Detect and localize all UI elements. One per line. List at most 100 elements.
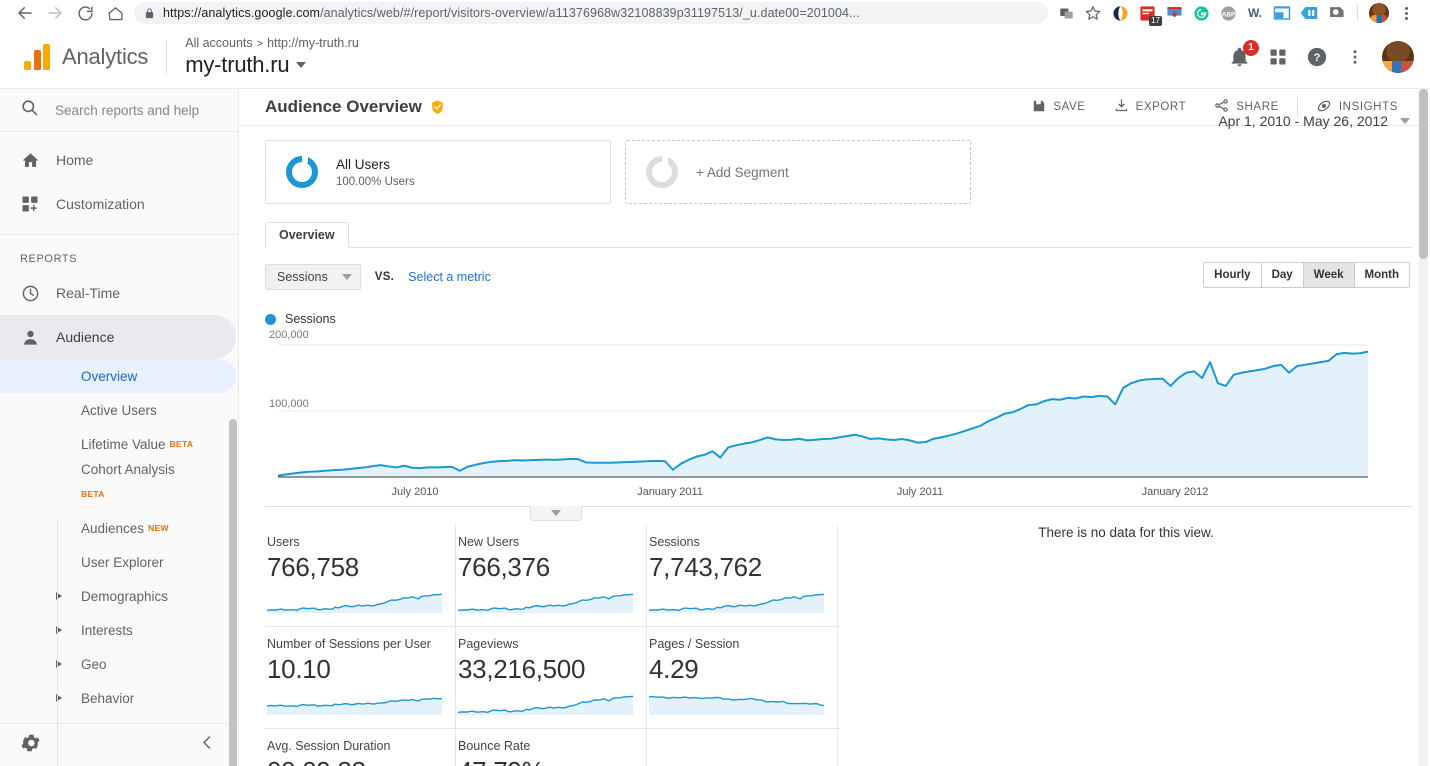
granularity-toggle: Hourly Day Week Month [1203,262,1410,288]
metric-controls: Sessions VS. Select a metric Hourly Day … [265,262,1412,290]
segment-all-users[interactable]: All Users 100.00% Users [265,140,611,204]
metric-label: Bounce Rate [458,739,531,753]
window-resizer-icon[interactable] [1270,2,1294,24]
sidebar-item-lifetime-value[interactable]: Lifetime Value BETA [0,427,236,461]
chrome-profile-avatar[interactable] [1367,2,1391,24]
gear-icon[interactable] [20,732,42,759]
svg-text:?: ? [1314,52,1321,64]
metric-card-pageviews[interactable]: Pageviews 33,216,500 [456,627,647,728]
sidebar-item-interests[interactable]: Interests [0,613,236,647]
download-manager-icon[interactable] [1162,2,1186,24]
metric-card-avg-session-duration[interactable]: Avg. Session Duration 00:09:33 [265,729,456,766]
segment-subtitle: 100.00% Users [336,175,415,188]
lighthouse-icon[interactable] [1324,2,1348,24]
sparkline [458,695,633,715]
metric-select[interactable]: Sessions [265,264,361,290]
metric-card-pages-per-session[interactable]: Pages / Session 4.29 [647,627,838,728]
granularity-hourly[interactable]: Hourly [1204,263,1262,287]
adblock-plus-icon[interactable]: ABP [1216,2,1240,24]
apps-grid-icon[interactable] [1268,47,1288,67]
metric-value: 766,376 [458,552,550,582]
back-arrow-icon[interactable] [10,1,40,25]
metric-card-bounce-rate[interactable]: Bounce Rate 47.79% [456,729,647,766]
sparkline [458,593,633,613]
main-scrollbar[interactable] [1419,89,1428,259]
add-segment-button[interactable]: + Add Segment [625,140,971,204]
sidebar-item-overview[interactable]: Overview [0,359,236,393]
sidebar-item-audiences[interactable]: Audiences NEW [0,511,236,545]
new-badge: NEW [148,523,169,533]
save-icon [1032,99,1046,116]
metric-label: Pages / Session [649,637,740,651]
no-data-message: There is no data for this view. [1038,525,1214,540]
user-avatar[interactable] [1382,41,1414,73]
sidebar-item-geo[interactable]: Geo [0,647,236,681]
x-axis-tick-1: January 2011 [637,486,703,498]
translate-icon[interactable] [1054,2,1078,24]
metric-label: Number of Sessions per User [267,637,431,651]
metric-card-new-users[interactable]: New Users 766,376 [456,525,647,626]
sidebar-subitem-label: Audiences [81,520,145,536]
main-content: Audience Overview SAVE EXPORT SHARE INSI… [239,89,1430,766]
bell-icon[interactable]: 1 [1229,39,1259,68]
sessions-area-chart[interactable]: 200,000 100,000 July 2010 January 2011 J… [265,329,1412,498]
sidebar-item-cohort-analysis[interactable]: Cohort Analysis [0,461,236,489]
sidebar-item-customization[interactable]: Customization [0,182,236,226]
sidebar-item-audience[interactable]: Audience [0,315,236,359]
google-analytics-logo[interactable] [24,44,50,70]
grammarly-icon[interactable] [1189,2,1213,24]
sidebar-item-user-explorer[interactable]: User Explorer [0,545,236,579]
sidebar-subitem-label: Behavior [81,690,135,706]
sidebar-item-real-time[interactable]: Real-Time [0,271,236,315]
breadcrumb-property[interactable]: http://my-truth.ru [267,36,359,50]
breadcrumb-separator: > [256,38,264,50]
similarweb-icon[interactable] [1108,2,1132,24]
more-vertical-icon[interactable] [1346,48,1364,66]
nav-top-section: Home Customization [0,132,238,235]
sidebar-item-active-users[interactable]: Active Users [0,393,236,427]
forward-arrow-icon[interactable] [40,1,70,25]
metric-card-empty [647,729,838,766]
save-button[interactable]: SAVE [1018,96,1099,118]
export-label: EXPORT [1135,101,1187,113]
home-icon[interactable] [100,1,130,25]
sidebar-item-label: Customization [56,196,145,212]
search-icon [20,98,39,122]
calendar-17-icon[interactable]: 17 [1135,2,1162,26]
metric-card-sessions[interactable]: Sessions 7,743,762 [647,525,838,626]
home-icon [20,151,40,170]
sparkline [267,593,442,613]
sidebar-scrollbar[interactable] [229,419,237,766]
metric-card-sessions-per-user[interactable]: Number of Sessions per User 10.10 [265,627,456,728]
url-text: https://analytics.google.com/analytics/w… [163,6,860,20]
select-a-metric-link[interactable]: Select a metric [408,270,491,284]
sidebar-item-behavior[interactable]: Behavior [0,681,236,715]
page-property-title[interactable]: my-truth.ru [185,52,359,78]
date-range-picker[interactable]: Apr 1, 2010 - May 26, 2012 [1218,113,1410,129]
tab-overview[interactable]: Overview [265,222,349,248]
property-selector[interactable]: All accounts > http://my-truth.ru my-truth… [185,36,359,78]
export-button[interactable]: EXPORT [1100,96,1201,118]
metric-card-users[interactable]: Users 766,758 [265,525,456,626]
search-input[interactable] [55,102,205,118]
chevron-left-icon[interactable] [199,734,216,756]
wappalyzer-icon[interactable]: W. [1243,2,1267,24]
chrome-menu-icon[interactable] [1394,2,1418,24]
granularity-day[interactable]: Day [1261,263,1304,287]
segments-row: All Users 100.00% Users + Add Segment [265,140,1412,204]
chevron-down-icon [1400,118,1410,124]
chart-expander-button[interactable] [530,506,582,521]
granularity-week[interactable]: Week [1303,263,1355,287]
address-bar[interactable]: https://analytics.google.com/analytics/w… [134,2,1048,24]
sidebar-subitem-label: User Explorer [81,554,164,570]
sidebar-item-demographics[interactable]: Demographics [0,579,236,613]
sidebar-item-home[interactable]: Home [0,138,236,182]
donut-grey-icon [646,156,678,188]
reload-icon[interactable] [70,1,100,25]
star-icon[interactable] [1081,2,1105,24]
breadcrumb-account[interactable]: All accounts [185,36,252,50]
tag-assistant-icon[interactable] [1297,2,1321,24]
search-reports-row[interactable] [0,89,238,132]
granularity-month[interactable]: Month [1354,263,1409,287]
help-circle-icon[interactable]: ? [1306,46,1328,68]
